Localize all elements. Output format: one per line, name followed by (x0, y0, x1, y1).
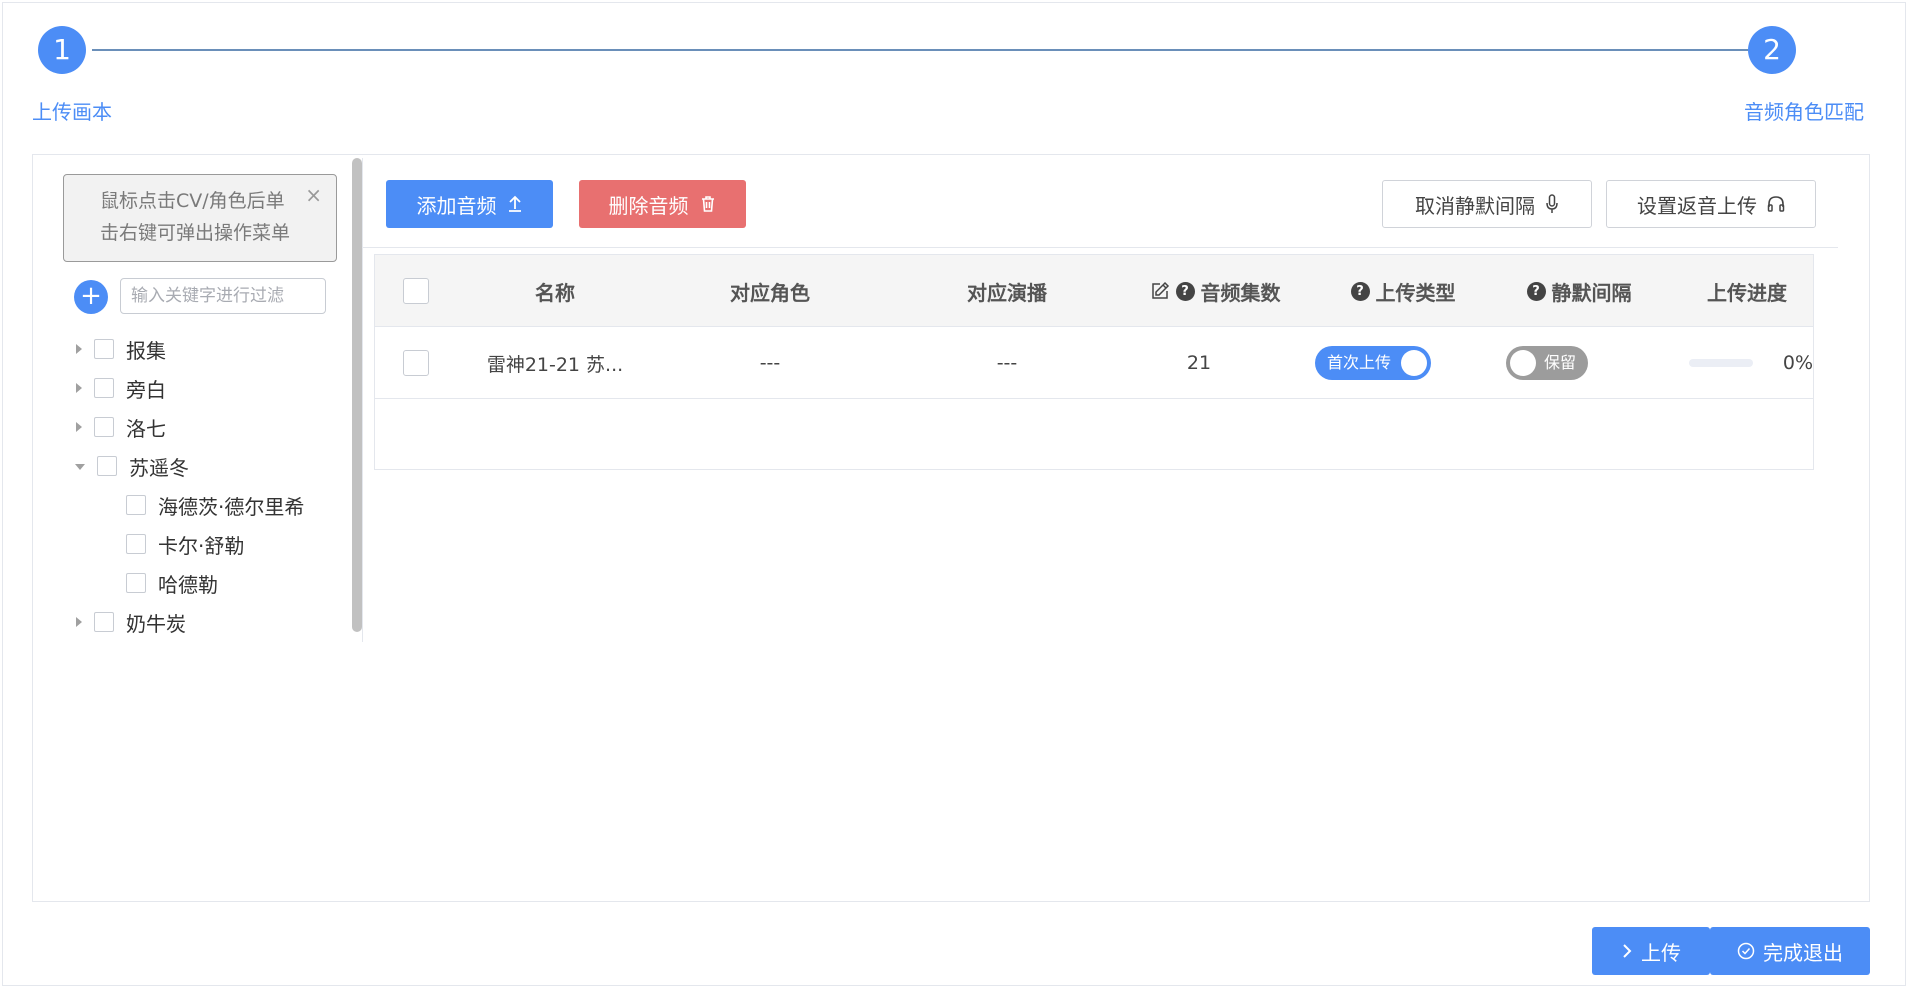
silence-switch-label: 保留 (1543, 353, 1576, 372)
filter-input[interactable] (120, 278, 326, 314)
cancel-silence-label: 取消静默间隔 (1415, 193, 1535, 218)
upload-button[interactable]: 上传 (1592, 927, 1710, 975)
add-node-button[interactable]: + (74, 280, 108, 314)
cell-role: --- (759, 352, 781, 374)
upload-type-switch-label: 首次上传 (1327, 353, 1392, 372)
caret-right-icon[interactable] (76, 617, 82, 627)
tree-checkbox[interactable] (126, 573, 146, 593)
header-upload-type: 上传类型 (1375, 280, 1456, 305)
switch-knob (1401, 350, 1427, 376)
caret-right-icon[interactable] (76, 422, 82, 432)
tip-text-line2: 击右键可弹出操作菜单 (100, 222, 291, 244)
upload-type-switch[interactable]: 首次上传 (1315, 346, 1431, 380)
edit-icon[interactable] (1150, 281, 1170, 301)
cell-performer: --- (996, 352, 1018, 374)
select-all-checkbox[interactable] (403, 278, 429, 304)
header-name: 名称 (535, 280, 575, 305)
tree-node-child-3[interactable]: 哈德勒 (126, 568, 218, 598)
tree-node-label: 海德茨·德尔里希 (158, 494, 305, 519)
header-progress: 上传进度 (1707, 280, 1787, 305)
header-performer: 对应演播 (967, 280, 1047, 305)
tree-node-label: 哈德勒 (158, 572, 218, 597)
cell-upload-type: 首次上传 (1273, 327, 1473, 399)
step-1-circle: 1 (38, 26, 86, 74)
close-icon[interactable]: × (305, 183, 322, 207)
caret-down-icon[interactable] (75, 464, 85, 470)
tree-checkbox[interactable] (94, 339, 114, 359)
set-return-upload-button[interactable]: 设置返音上传 (1606, 180, 1816, 228)
caret-right-icon[interactable] (76, 383, 82, 393)
tip-text-line1: 鼠标点击CV/角色后单 (100, 190, 285, 212)
tree-checkbox[interactable] (94, 612, 114, 632)
cancel-silence-button[interactable]: 取消静默间隔 (1382, 180, 1592, 228)
tree-node-label: 奶牛炭 (126, 611, 186, 636)
tree-checkbox[interactable] (94, 378, 114, 398)
toolbar-divider (362, 247, 1838, 248)
panel-divider (362, 158, 363, 642)
switch-knob (1510, 350, 1536, 376)
table-row[interactable]: 雷神21-21 苏... --- --- 21 首次上传 保留 0% (375, 327, 1813, 399)
tree-node-label: 洛七 (126, 416, 166, 441)
add-audio-label: 添加音频 (416, 193, 497, 218)
tree-checkbox[interactable] (97, 456, 117, 476)
tree-node-pangbai[interactable]: 旁白 (76, 373, 166, 403)
cell-name: 雷神21-21 苏... (486, 353, 624, 376)
table-header: 名称 对应角色 对应演播 ? 音频集数 ? 上传类型 ? 静默间隔 上传进度 (375, 255, 1813, 327)
upload-progress-bar (1688, 359, 1753, 367)
header-episodes: 音频集数 (1200, 280, 1281, 305)
context-menu-tip: 鼠标点击CV/角色后单 击右键可弹出操作菜单 × (63, 174, 337, 262)
cell-episodes: 21 (1186, 352, 1212, 374)
headphones-icon (1767, 196, 1785, 212)
header-role: 对应角色 (730, 280, 810, 305)
step-progress-line (92, 49, 1748, 51)
help-icon[interactable]: ? (1526, 281, 1546, 301)
trash-icon (701, 196, 714, 212)
delete-audio-button[interactable]: 删除音频 (579, 180, 746, 228)
header-upload-type-cell: ? 上传类型 (1303, 255, 1503, 327)
step-1-label: 上传画本 (32, 100, 112, 124)
tree-node-label: 苏遥冬 (129, 455, 189, 480)
finish-exit-label: 完成退出 (1763, 940, 1843, 965)
header-episodes-cell: ? 音频集数 (1115, 255, 1315, 327)
step-2-circle: 2 (1748, 26, 1796, 74)
tree-node-child-1[interactable]: 海德茨·德尔里希 (126, 490, 304, 520)
cell-silence: 保留 (1447, 327, 1647, 399)
select-all-cell (395, 255, 437, 327)
add-audio-button[interactable]: 添加音频 (386, 180, 553, 228)
tree-node-suyaodong[interactable]: 苏遥冬 (75, 451, 189, 481)
tree-checkbox[interactable] (126, 534, 146, 554)
help-icon[interactable]: ? (1350, 281, 1370, 301)
audio-table: 名称 对应角色 对应演播 ? 音频集数 ? 上传类型 ? 静默间隔 上传进度 雷… (374, 254, 1814, 470)
row-checkbox[interactable] (403, 350, 429, 376)
step-2-label: 音频角色匹配 (1744, 100, 1864, 124)
tree-node-nainiutan[interactable]: 奶牛炭 (76, 607, 186, 637)
cell-progress: 0% (1651, 327, 1851, 399)
chevron-right-icon (1623, 944, 1632, 958)
tree-scrollbar[interactable] (352, 158, 362, 632)
tree-node-label: 报集 (126, 338, 166, 363)
check-circle-icon (1737, 942, 1755, 960)
tree-node-label: 卡尔·舒勒 (158, 533, 245, 558)
tree-checkbox[interactable] (126, 495, 146, 515)
caret-right-icon[interactable] (76, 344, 82, 354)
set-return-upload-label: 设置返音上传 (1637, 193, 1757, 218)
tree-node-child-2[interactable]: 卡尔·舒勒 (126, 529, 244, 559)
microphone-icon (1546, 194, 1558, 213)
upload-icon (508, 195, 521, 212)
silence-switch[interactable]: 保留 (1506, 346, 1588, 380)
tree-checkbox[interactable] (94, 417, 114, 437)
help-icon[interactable]: ? (1175, 281, 1195, 301)
tree-node-label: 旁白 (126, 377, 166, 402)
finish-exit-button[interactable]: 完成退出 (1710, 927, 1870, 975)
delete-audio-label: 删除音频 (608, 193, 689, 218)
upload-button-label: 上传 (1641, 940, 1681, 965)
tree-node-baoji[interactable]: 报集 (76, 334, 166, 364)
upload-progress-text: 0% (1782, 352, 1814, 374)
row-select-cell (395, 327, 437, 399)
header-silence: 静默间隔 (1551, 280, 1632, 305)
tree-node-luoqi[interactable]: 洛七 (76, 412, 166, 442)
